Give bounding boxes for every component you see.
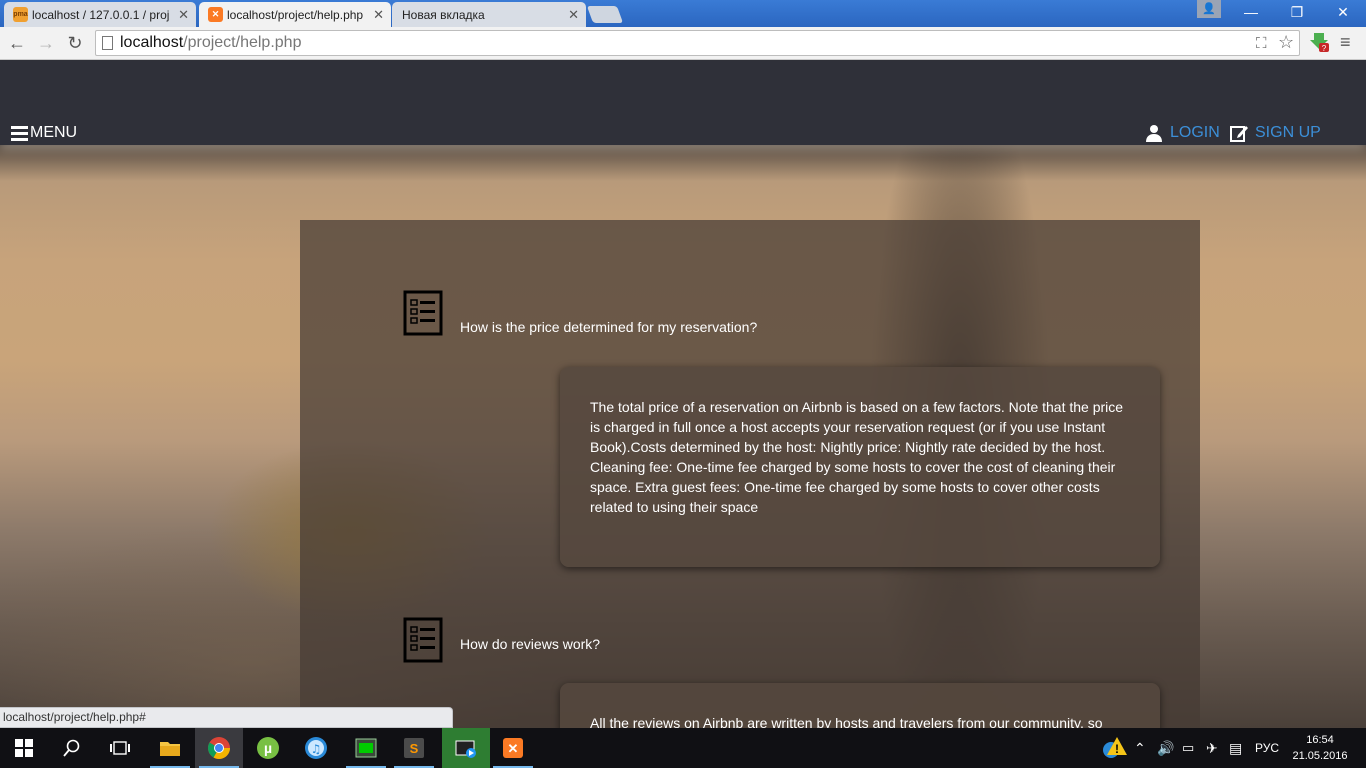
media-icon[interactable]: [442, 728, 490, 768]
file-explorer-icon[interactable]: [146, 728, 194, 768]
task-view-icon[interactable]: [96, 728, 144, 768]
chrome-menu-icon[interactable]: ≡: [1340, 32, 1351, 53]
phpmyadmin-icon: pma: [13, 7, 28, 22]
tab-new[interactable]: Новая вкладка ✕: [392, 2, 586, 27]
tab-help[interactable]: ✕ localhost/project/help.php ✕: [199, 2, 391, 27]
faq-answer: All the reviews on Airbnb are written by…: [560, 683, 1160, 728]
close-window-button[interactable]: ✕: [1320, 0, 1366, 27]
page-viewport: MENU LOGIN SIGN UP How is the price dete…: [0, 61, 1366, 728]
checklist-icon: [403, 290, 443, 336]
checklist-icon: [403, 617, 443, 663]
maximize-button[interactable]: ❐: [1274, 0, 1320, 27]
svg-text:✕: ✕: [508, 741, 519, 756]
sublime-icon[interactable]: S: [390, 728, 438, 768]
terminal-icon[interactable]: [342, 728, 390, 768]
tab-title: localhost/project/help.php: [227, 7, 364, 22]
faq-question[interactable]: How is the price determined for my reser…: [460, 319, 757, 335]
search-icon[interactable]: [48, 728, 96, 768]
new-tab-button[interactable]: [586, 6, 624, 23]
windows-taskbar: µ ♫ S ✕ ! ⌃ 🔊 ▭ ✈ ▤ РУС 16:54 21.05.2016: [0, 728, 1366, 768]
status-url-bubble: localhost/project/help.php#: [0, 707, 453, 728]
xampp-icon: ✕: [208, 7, 223, 22]
network-icon[interactable]: ✈: [1206, 728, 1218, 768]
address-bar[interactable]: localhost/project/help.php ⛶ ☆: [95, 30, 1300, 56]
site-header: MENU LOGIN SIGN UP: [0, 61, 1366, 145]
faq-answer: The total price of a reservation on Airb…: [560, 367, 1160, 567]
signup-label: SIGN UP: [1255, 124, 1321, 141]
system-clock[interactable]: 16:54 21.05.2016: [1290, 732, 1350, 764]
chevron-up-icon[interactable]: ⌃: [1134, 728, 1146, 768]
start-icon[interactable]: [0, 728, 48, 768]
edit-icon: [1230, 126, 1248, 142]
battery-icon[interactable]: ▭: [1182, 728, 1194, 768]
utorrent-icon[interactable]: µ: [244, 728, 292, 768]
signup-link[interactable]: SIGN UP: [1230, 124, 1321, 142]
notification-icon[interactable]: ▤: [1229, 728, 1242, 768]
url-host: localhost: [120, 34, 184, 51]
download-extension-icon[interactable]: ?: [1308, 31, 1330, 53]
svg-text:!: !: [1115, 742, 1119, 756]
xampp-icon[interactable]: ✕: [489, 728, 537, 768]
translate-icon[interactable]: ⛶: [1256, 35, 1267, 52]
login-label: LOGIN: [1170, 124, 1220, 141]
close-icon[interactable]: ✕: [373, 7, 384, 22]
back-icon[interactable]: ←: [5, 31, 29, 55]
url-path: /project/help.php: [183, 34, 302, 51]
close-icon[interactable]: ✕: [568, 7, 579, 22]
clock-time: 16:54: [1306, 734, 1334, 746]
svg-text:♫: ♫: [311, 742, 322, 756]
help-panel: How is the price determined for my reser…: [300, 220, 1200, 728]
svg-text:S: S: [410, 741, 419, 756]
volume-icon[interactable]: 🔊: [1157, 728, 1174, 768]
minimize-button[interactable]: —: [1228, 0, 1274, 27]
menu-button[interactable]: MENU: [11, 124, 77, 142]
page-icon: [102, 36, 113, 50]
svg-text:µ: µ: [264, 740, 272, 756]
hamburger-icon: [11, 126, 28, 141]
profile-icon[interactable]: 👤: [1197, 0, 1221, 18]
itunes-icon[interactable]: ♫: [292, 728, 340, 768]
clock-date: 21.05.2016: [1292, 750, 1348, 762]
bookmark-star-icon[interactable]: ☆: [1278, 32, 1294, 53]
tab-title: localhost / 127.0.0.1 / proj: [32, 7, 170, 22]
menu-label: MENU: [30, 124, 78, 141]
user-icon: [1146, 125, 1162, 142]
tab-title: Новая вкладка: [402, 7, 485, 22]
tab-phpmyadmin[interactable]: pma localhost / 127.0.0.1 / proj ✕: [4, 2, 196, 27]
url-text[interactable]: localhost/project/help.php: [120, 34, 301, 52]
browser-toolbar: ← → ↻ localhost/project/help.php ⛶ ☆ ? ≡: [0, 27, 1366, 60]
svg-text:?: ?: [1322, 44, 1327, 53]
close-icon[interactable]: ✕: [178, 7, 189, 22]
faq-question[interactable]: How do reviews work?: [460, 636, 600, 652]
browser-tab-strip: pma localhost / 127.0.0.1 / proj ✕ ✕ loc…: [0, 0, 1366, 27]
forward-icon[interactable]: →: [34, 31, 58, 55]
reload-icon[interactable]: ↻: [63, 31, 87, 55]
login-link[interactable]: LOGIN: [1145, 124, 1220, 142]
chrome-icon[interactable]: [195, 728, 243, 768]
language-indicator[interactable]: РУС: [1255, 728, 1279, 768]
network-warning-icon[interactable]: !: [1101, 728, 1127, 768]
